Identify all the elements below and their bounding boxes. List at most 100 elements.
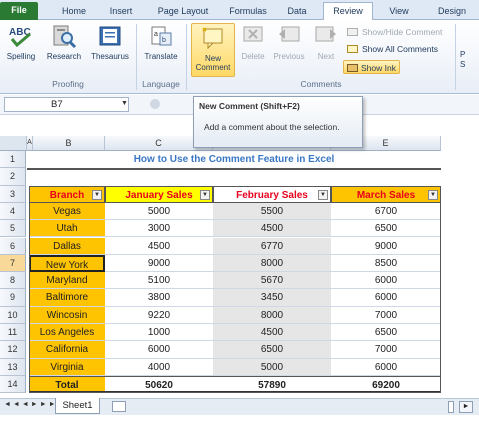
thesaurus-button[interactable]: Thesaurus xyxy=(87,24,133,61)
sales-cell[interactable]: 5000 xyxy=(213,358,331,376)
research-button[interactable]: Research xyxy=(42,24,86,61)
table-header-cell[interactable]: Branch ▼ xyxy=(29,185,105,203)
tab-file[interactable]: File xyxy=(0,2,38,20)
horizontal-scrollbar-split[interactable] xyxy=(448,401,454,413)
next-comment-icon xyxy=(315,26,336,42)
name-box[interactable]: B7 xyxy=(4,97,129,112)
sales-cell[interactable]: 9000 xyxy=(105,255,213,273)
filter-dropdown-icon[interactable]: ▼ xyxy=(428,189,438,200)
truncated-ribbon-button[interactable]: PS xyxy=(460,50,465,70)
tab-insert[interactable]: Insert xyxy=(100,3,142,20)
row-header[interactable]: 3 xyxy=(0,185,26,203)
filter-dropdown-icon[interactable]: ▼ xyxy=(92,189,102,200)
total-cell[interactable]: 57890 xyxy=(213,375,331,394)
sheet-tab[interactable]: Sheet1 xyxy=(55,398,100,414)
filter-dropdown-icon[interactable]: ▼ xyxy=(318,189,328,200)
branch-cell[interactable]: New York xyxy=(29,254,105,273)
name-box-dropdown-icon[interactable]: ▼ xyxy=(121,100,128,107)
sales-cell[interactable]: 5500 xyxy=(213,202,331,221)
row-header[interactable]: 12 xyxy=(0,341,26,359)
total-cell[interactable]: 50620 xyxy=(105,375,213,394)
branch-cell[interactable]: Virginia xyxy=(29,358,105,376)
tab-home[interactable]: Home xyxy=(54,3,94,20)
table-header-cell[interactable]: February Sales ▼ xyxy=(213,185,331,203)
insert-sheet-icon[interactable] xyxy=(112,401,126,412)
branch-cell[interactable]: California xyxy=(29,341,105,359)
sales-cell[interactable]: 4000 xyxy=(105,359,213,376)
group-separator xyxy=(136,24,137,90)
sales-cell[interactable]: 6500 xyxy=(213,341,331,359)
sales-cell[interactable]: 6000 xyxy=(105,341,213,359)
new-comment-button[interactable]: New Comment xyxy=(191,23,235,77)
row-header[interactable]: 4 xyxy=(0,202,26,221)
branch-cell[interactable]: Vegas xyxy=(29,202,105,221)
total-label-cell[interactable]: Total xyxy=(29,375,105,394)
sales-cell[interactable]: 6000 xyxy=(331,272,441,290)
translate-button[interactable]: a b Translate xyxy=(139,24,183,61)
row-header[interactable]: 13 xyxy=(0,358,26,376)
branch-cell[interactable]: Utah xyxy=(29,220,105,238)
new-comment-icon xyxy=(202,27,223,50)
sheet-navigation-arrows[interactable]: ◄◄◄►►► xyxy=(4,401,58,408)
table-header-cell[interactable]: January Sales ▼ xyxy=(105,185,213,203)
branch-cell[interactable]: Dallas xyxy=(29,237,105,255)
filter-dropdown-icon[interactable]: ▼ xyxy=(200,189,210,200)
show-all-comments-icon xyxy=(347,45,358,53)
sales-cell[interactable]: 5100 xyxy=(105,272,213,290)
row-header[interactable]: 2 xyxy=(0,168,26,186)
sales-cell[interactable]: 6700 xyxy=(331,203,441,221)
sales-cell[interactable]: 7000 xyxy=(331,341,441,359)
sales-cell[interactable]: 8000 xyxy=(213,306,331,324)
sales-cell[interactable]: 1000 xyxy=(105,324,213,342)
sales-cell[interactable]: 5670 xyxy=(213,272,331,290)
row-header[interactable]: 9 xyxy=(0,289,26,307)
sales-cell[interactable]: 8000 xyxy=(213,254,331,273)
sales-cell[interactable]: 3000 xyxy=(105,220,213,238)
sales-cell[interactable]: 4500 xyxy=(213,220,331,238)
sales-cell[interactable]: 5000 xyxy=(105,203,213,221)
branch-cell[interactable]: Los Angeles xyxy=(29,324,105,342)
row-header[interactable]: 8 xyxy=(0,272,26,290)
show-ink-button[interactable]: Show Ink xyxy=(343,60,400,74)
sales-cell[interactable]: 6500 xyxy=(331,220,441,238)
select-all-corner[interactable] xyxy=(0,136,27,151)
sales-cell[interactable]: 6770 xyxy=(213,237,331,255)
sales-cell[interactable]: 3450 xyxy=(213,289,331,307)
tab-formulas[interactable]: Formulas xyxy=(224,3,272,20)
sales-cell[interactable]: 9220 xyxy=(105,307,213,324)
show-hide-comment-button[interactable]: Show/Hide Comment xyxy=(345,25,442,39)
row-header[interactable]: 14 xyxy=(0,375,26,394)
column-header-b[interactable]: B xyxy=(33,136,105,151)
row-header[interactable]: 6 xyxy=(0,237,26,255)
scroll-right-button[interactable]: ► xyxy=(459,401,473,413)
spelling-button[interactable]: ABC Spelling xyxy=(3,24,39,61)
branch-cell[interactable]: Baltimore xyxy=(29,289,105,307)
sales-cell[interactable]: 8500 xyxy=(331,255,441,273)
row-header[interactable]: 7 xyxy=(0,254,26,273)
delete-comment-button[interactable]: Delete xyxy=(237,24,269,61)
sales-cell[interactable]: 9000 xyxy=(331,238,441,255)
total-cell[interactable]: 69200 xyxy=(331,375,441,394)
tab-view[interactable]: View xyxy=(380,3,418,20)
tab-data[interactable]: Data xyxy=(280,3,314,20)
tab-review[interactable]: Review xyxy=(323,2,373,20)
row-header[interactable]: 5 xyxy=(0,220,26,238)
next-comment-button[interactable]: Next xyxy=(310,24,342,61)
sales-cell[interactable]: 6500 xyxy=(331,324,441,342)
branch-cell[interactable]: Wincosin xyxy=(29,306,105,324)
row-header[interactable]: 10 xyxy=(0,306,26,324)
sales-cell[interactable]: 4500 xyxy=(105,238,213,255)
row-header[interactable]: 11 xyxy=(0,324,26,342)
sales-cell[interactable]: 6000 xyxy=(331,359,441,376)
tab-design[interactable]: Design xyxy=(430,3,474,20)
branch-cell[interactable]: Maryland xyxy=(29,272,105,290)
previous-comment-button[interactable]: Previous xyxy=(270,24,308,61)
tab-page-layout[interactable]: Page Layout xyxy=(150,3,216,20)
row-header[interactable]: 1 xyxy=(0,151,26,169)
sales-cell[interactable]: 7000 xyxy=(331,307,441,324)
show-all-comments-button[interactable]: Show All Comments xyxy=(345,42,438,56)
sales-cell[interactable]: 3800 xyxy=(105,289,213,307)
table-header-cell[interactable]: March Sales ▼ xyxy=(331,185,441,203)
sales-cell[interactable]: 6000 xyxy=(331,289,441,307)
sales-cell[interactable]: 4500 xyxy=(213,324,331,342)
